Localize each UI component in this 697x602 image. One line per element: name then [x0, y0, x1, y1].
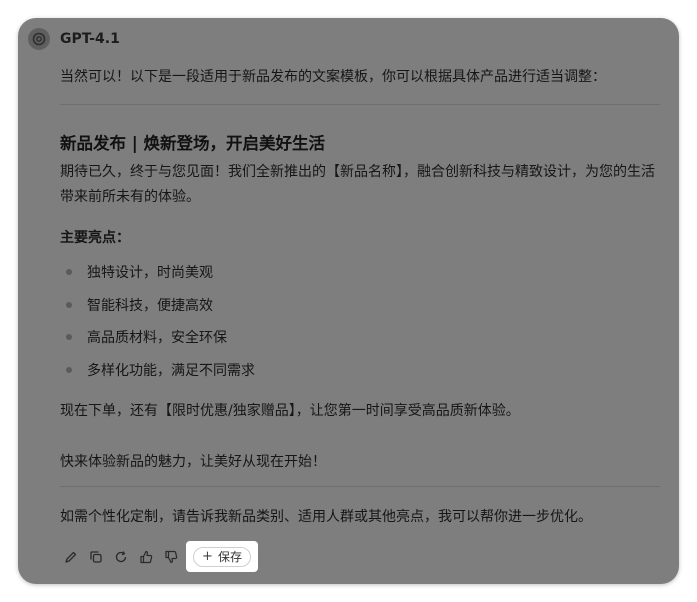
list-item: 独特设计，时尚美观 [87, 265, 213, 281]
highlights-title: 主要亮点： [60, 230, 130, 246]
intro-paragraph: 期待已久，终于与您见面！我们全新推出的【新品名称】，融合创新科技与精致设计，为您… [60, 164, 655, 205]
list-item: 多样化功能，满足不同需求 [87, 363, 255, 379]
divider [60, 486, 660, 487]
offer-paragraph: 现在下单，还有【限时优惠/独家赠品】，让您第一时间享受高品质新体验。 [60, 403, 520, 419]
thumbs-down-icon[interactable] [162, 548, 180, 566]
message-actions [62, 546, 187, 568]
save-button[interactable]: + 保存 [193, 546, 251, 567]
plus-icon: + [202, 549, 213, 564]
list-item: 智能科技，便捷高效 [87, 298, 213, 314]
message-heading: 新品发布 | 焕新登场，开启美好生活 [60, 134, 326, 153]
bullet-icon [66, 302, 72, 308]
thumbs-up-icon[interactable] [137, 548, 155, 566]
edit-icon[interactable] [62, 548, 80, 566]
cta-paragraph: 快来体验新品的魅力，让美好从现在开始！ [60, 454, 326, 470]
bullet-icon [66, 367, 72, 373]
save-highlight: + 保存 [186, 541, 258, 572]
message-header: GPT-4.1 [28, 28, 120, 50]
divider [60, 104, 660, 105]
list-item: 高品质材料，安全环保 [87, 330, 227, 346]
model-name: GPT-4.1 [60, 31, 120, 47]
save-label: 保存 [217, 550, 242, 564]
openai-logo-icon [28, 28, 50, 50]
bullet-icon [66, 269, 72, 275]
copy-icon[interactable] [87, 548, 105, 566]
closing-text: 如需个性化定制，请告诉我新品类别、适用人群或其他亮点，我可以帮你进一步优化。 [60, 509, 592, 525]
message-card: GPT-4.1 当然可以！以下是一段适用于新品发布的文案模板，你可以根据具体产品… [18, 18, 679, 584]
regenerate-icon[interactable] [112, 548, 130, 566]
intro-text: 当然可以！以下是一段适用于新品发布的文案模板，你可以根据具体产品进行适当调整： [60, 69, 606, 85]
bullet-icon [66, 334, 72, 340]
